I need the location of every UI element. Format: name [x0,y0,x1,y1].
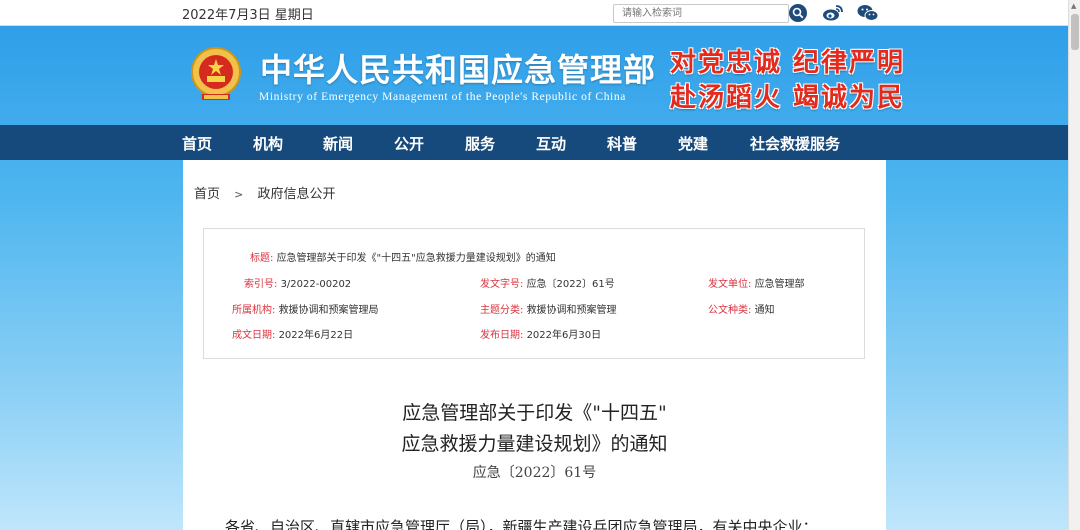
search-button[interactable] [789,4,807,22]
meta-type-value: 通知 [754,305,775,316]
document-title-line-1: 应急管理部关于印发《"十四五" [402,402,667,424]
meta-published-value: 2022年6月30日 [526,330,602,341]
scroll-up-arrow-icon[interactable]: ▲ [1071,2,1076,10]
site-title: 中华人民共和国应急管理部 [260,51,657,89]
nav-item-interaction[interactable]: 互动 [536,133,566,154]
meta-index-value: 3/2022-00202 [280,279,352,290]
breadcrumb-current[interactable]: 政府信息公开 [258,187,336,202]
meta-category-label: 主题分类: [480,305,524,316]
search-icon [792,7,804,19]
weibo-icon[interactable] [822,4,844,22]
meta-doc-no-row: 发文字号: 应急〔2022〕61号 [480,275,615,290]
meta-category-value: 救援协调和预案管理 [526,305,617,316]
meta-published-row: 发布日期: 2022年6月30日 [480,326,601,341]
breadcrumb-home[interactable]: 首页 [194,187,220,202]
slogan-line-2: 赴汤蹈火 竭诚为民 [670,83,906,113]
meta-title-value: 应急管理部关于印发《"十四五"应急救援力量建设规划》的通知 [276,253,556,264]
meta-index-label: 索引号: [244,279,278,290]
meta-created-row: 成文日期: 2022年6月22日 [232,326,353,341]
meta-title-label: 标题: [250,253,274,264]
breadcrumb: 首页 > 政府信息公开 [194,183,346,202]
main-nav: 首页 机构 新闻 公开 服务 互动 科普 党建 社会救援服务 [0,125,1068,160]
nav-item-party[interactable]: 党建 [678,133,708,154]
meta-issuer-label: 发文单位: [708,279,752,290]
nav-item-science[interactable]: 科普 [607,133,637,154]
document-title-line-2: 应急救援力量建设规划》的通知 [401,433,668,455]
meta-dept-row: 所属机构: 救援协调和预案管理局 [232,301,379,316]
page-scrollbar[interactable]: ▲ [1068,0,1080,530]
meta-doc-no-value: 应急〔2022〕61号 [526,279,615,290]
meta-published-label: 发布日期: [480,330,524,341]
meta-created-value: 2022年6月22日 [278,330,354,341]
meta-issuer-value: 应急管理部 [754,279,805,290]
national-emblem [190,46,242,104]
site-subtitle: Ministry of Emergency Management of the … [259,91,626,103]
meta-category-row: 主题分类: 救援协调和预案管理 [480,301,617,316]
meta-type-row: 公文种类: 通知 [708,301,775,316]
meta-type-label: 公文种类: [708,305,752,316]
nav-item-home[interactable]: 首页 [182,133,212,154]
top-bar: 2022年7月3日 星期日 [0,0,1080,26]
current-date: 2022年7月3日 星期日 [182,8,314,23]
wechat-icon[interactable] [857,4,879,22]
nav-item-service[interactable]: 服务 [465,133,495,154]
meta-index-row: 索引号: 3/2022-00202 [244,275,351,290]
breadcrumb-separator: > [234,188,244,201]
content-panel: 首页 > 政府信息公开 标题: 应急管理部关于印发《"十四五"应急救援力量建设规… [183,160,886,530]
meta-title-row: 标题: 应急管理部关于印发《"十四五"应急救援力量建设规划》的通知 [250,249,556,264]
nav-item-rescue-service[interactable]: 社会救援服务 [750,133,840,154]
meta-dept-value: 救援协调和预案管理局 [278,305,379,316]
scrollbar-thumb[interactable] [1071,14,1079,50]
meta-doc-no-label: 发文字号: [480,279,524,290]
search-input[interactable] [613,4,789,23]
meta-dept-label: 所属机构: [232,305,276,316]
document-metadata-box: 标题: 应急管理部关于印发《"十四五"应急救援力量建设规划》的通知 索引号: 3… [203,228,865,359]
nav-item-news[interactable]: 新闻 [323,133,353,154]
nav-item-public[interactable]: 公开 [394,133,424,154]
document-number: 应急〔2022〕61号 [472,465,597,481]
meta-created-label: 成文日期: [232,330,276,341]
slogan-line-1: 对党忠诚 纪律严明 [670,48,906,78]
meta-issuer-row: 发文单位: 应急管理部 [708,275,805,290]
document-body-first-line: 各省、自治区、直辖市应急管理厅（局），新疆生产建设兵团应急管理局，有关中央企业： [225,518,818,530]
nav-item-organization[interactable]: 机构 [253,133,283,154]
